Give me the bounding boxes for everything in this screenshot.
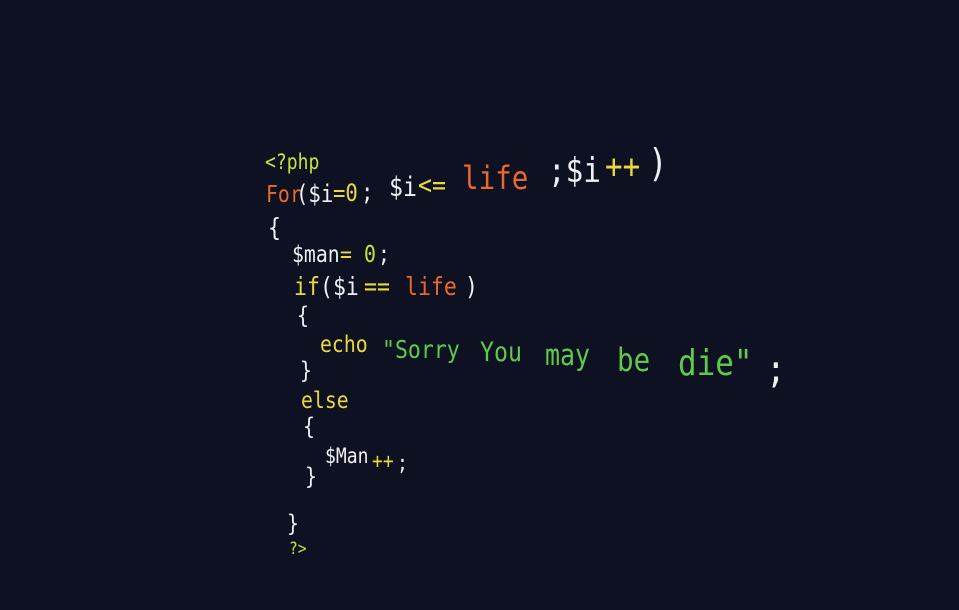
for-close-paren: )	[648, 141, 668, 185]
brace-open: {	[303, 414, 315, 440]
for-increment-operator: ++	[605, 147, 641, 187]
man-semicolon: ;	[378, 242, 390, 268]
echo-keyword: echo	[320, 332, 368, 358]
php-close-tag: ?>	[289, 539, 307, 559]
string-word: die"	[678, 343, 753, 384]
brace-open: {	[297, 303, 309, 329]
if-equals-operator: ==	[364, 272, 390, 301]
for-semicolon: ;	[361, 178, 374, 206]
brace-close: }	[305, 464, 317, 490]
man-inc-var: $Man	[325, 444, 369, 468]
for-incr-var: ;$i	[548, 151, 601, 191]
man-inc-semicolon: ;	[397, 451, 408, 475]
string-word: may	[545, 338, 591, 372]
man-var: $man	[292, 242, 340, 268]
brace-close: }	[287, 511, 299, 537]
echo-semicolon: ;	[766, 347, 786, 391]
if-close-paren: )	[465, 272, 478, 301]
brace-close: }	[300, 358, 312, 384]
if-paren-var: ($i	[320, 272, 359, 301]
else-keyword: else	[301, 388, 349, 414]
string-word: You	[480, 337, 522, 368]
man-assign: =	[340, 242, 352, 268]
for-paren-var: ($i	[296, 180, 334, 208]
if-keyword: if	[294, 272, 320, 301]
for-init: =0	[333, 179, 358, 207]
string-word: "Sorry	[382, 335, 460, 364]
if-life-keyword: life	[405, 272, 457, 301]
for-lte-operator: <=	[418, 170, 446, 201]
string-word: be	[617, 341, 651, 379]
brace-open: {	[268, 213, 281, 242]
for-life-keyword: life	[462, 159, 529, 197]
php-open-tag: <?php	[265, 150, 320, 174]
man-increment-operator: ++	[372, 449, 394, 473]
for-cond-var: $i	[389, 172, 417, 203]
man-zero: 0	[364, 242, 376, 268]
